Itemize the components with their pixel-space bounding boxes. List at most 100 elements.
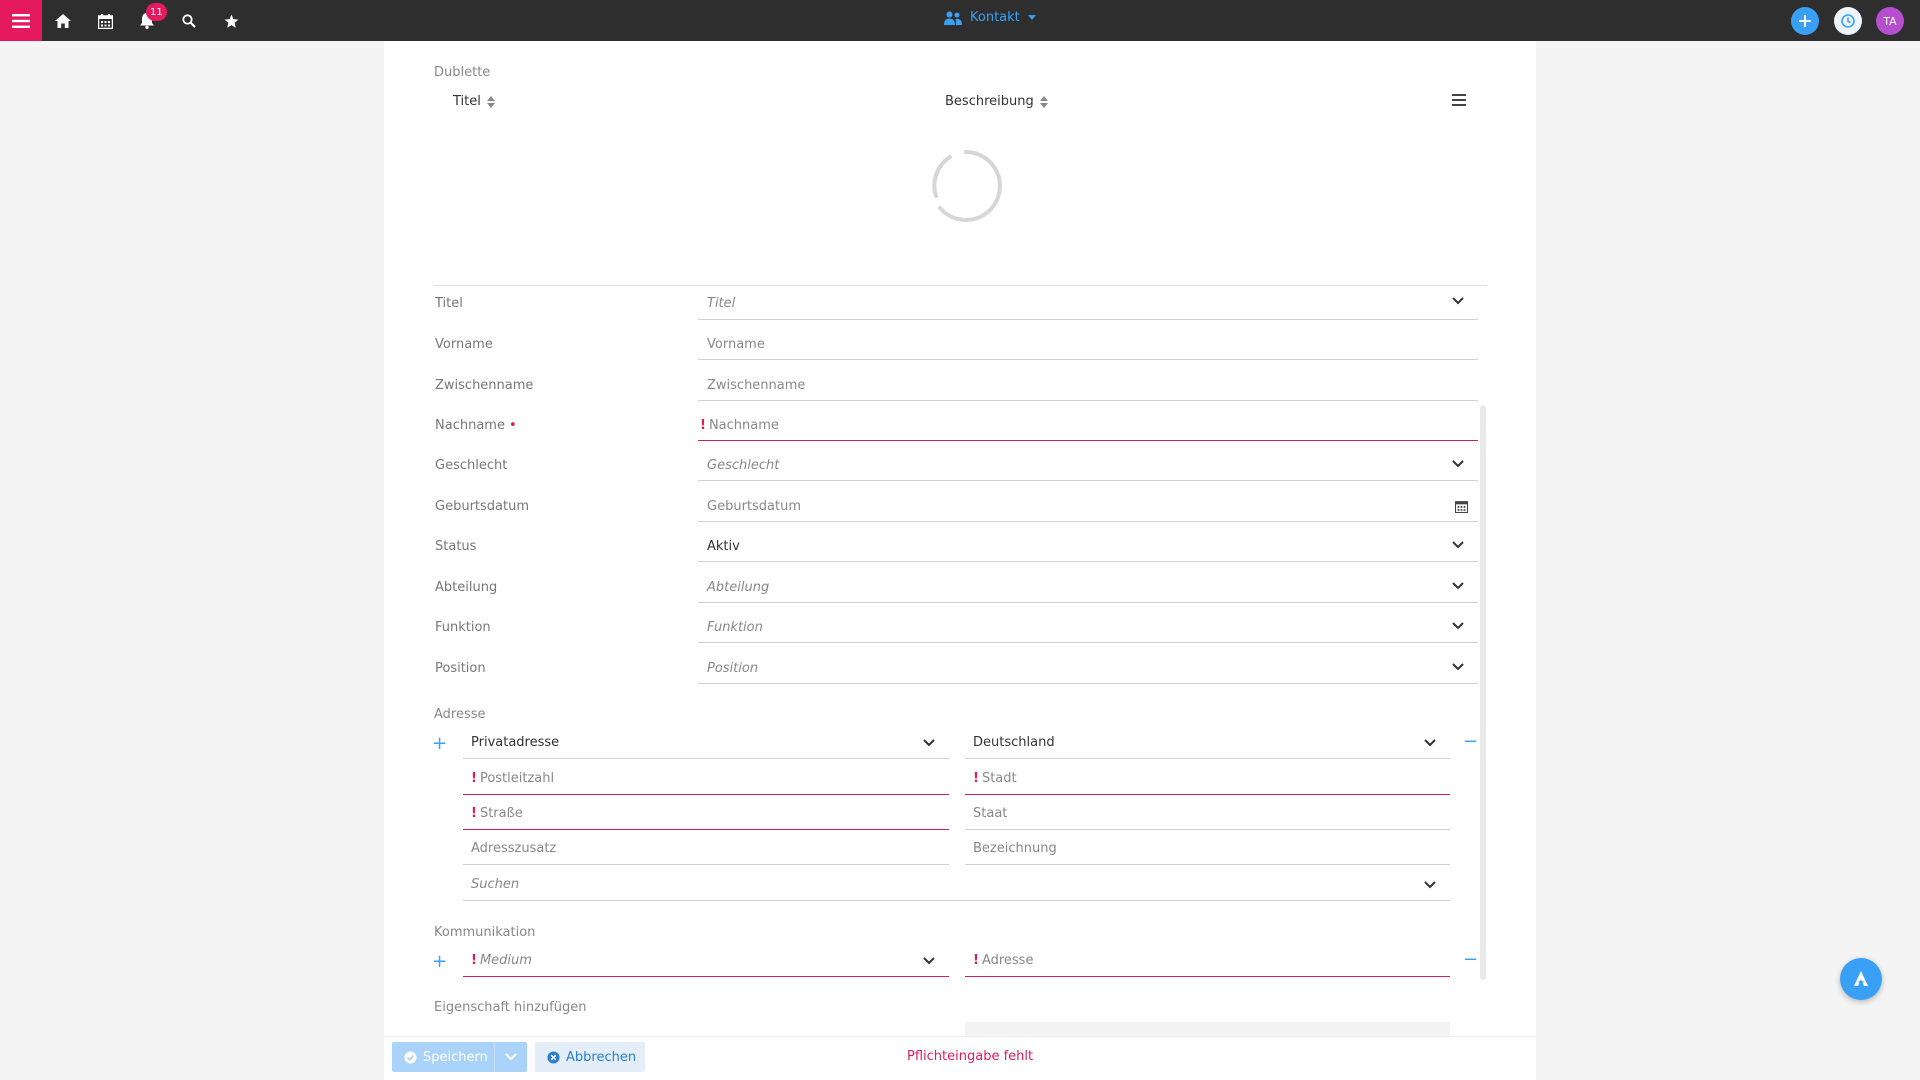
duplicates-section-label: Dublette [434, 65, 491, 80]
list-menu-icon [1452, 94, 1466, 106]
loading-spinner-icon [932, 150, 1002, 222]
add-address-button[interactable]: + [432, 733, 447, 754]
column-menu-button[interactable] [1452, 94, 1466, 106]
add-property-link[interactable]: Eigenschaft hinzufügen [434, 1000, 586, 1015]
address-type-select[interactable]: Privatadresse [463, 727, 949, 759]
function-label: Funktion [435, 620, 491, 635]
home-button[interactable] [53, 11, 73, 31]
title-placeholder: Titel [707, 296, 736, 311]
function-select[interactable]: Funktion [698, 613, 1478, 643]
chevron-down-icon [505, 1053, 517, 1061]
form-scrollbar[interactable] [1480, 405, 1486, 980]
city-placeholder: Stadt [981, 771, 1017, 786]
firstname-placeholder: Vorname [707, 337, 765, 352]
city-input[interactable]: ! Stadt [965, 763, 1450, 795]
middlename-input[interactable]: Zwischenname [698, 371, 1478, 401]
birthdate-placeholder: Geburtsdatum [707, 499, 801, 514]
lastname-input[interactable]: ! Nachname [698, 411, 1478, 441]
address-search-placeholder: Suchen [471, 877, 520, 892]
middlename-label: Zwischenname [435, 378, 534, 393]
street-placeholder: Straße [479, 806, 523, 821]
designation-input[interactable]: Bezeichnung [965, 833, 1450, 865]
position-label: Position [435, 661, 486, 676]
country-value: Deutschland [973, 735, 1055, 750]
chevron-down-icon [1452, 663, 1464, 671]
module-switcher[interactable]: Kontakt [944, 10, 1036, 25]
validation-error-message: Pflichteingabe fehlt [907, 1049, 1034, 1064]
chevron-down-icon [1452, 460, 1464, 468]
remove-address-button[interactable]: − [1463, 731, 1478, 752]
required-exclamation-icon: ! [471, 953, 477, 968]
birthdate-label: Geburtsdatum [435, 499, 529, 514]
country-select[interactable]: Deutschland [965, 727, 1450, 759]
save-button[interactable]: Speichern [392, 1050, 494, 1065]
history-clock-icon [1841, 14, 1855, 28]
add-button[interactable] [1791, 7, 1819, 35]
sort-icon [486, 95, 495, 108]
communication-address-input[interactable]: ! Adresse [965, 945, 1450, 977]
notification-badge: 11 [146, 3, 167, 21]
module-label: Kontakt [970, 10, 1020, 25]
lastname-placeholder: Nachname [708, 418, 779, 433]
contacts-icon [944, 11, 962, 25]
home-icon [55, 14, 71, 28]
search-icon [182, 14, 196, 28]
favorites-button[interactable] [221, 11, 241, 31]
postal-code-input[interactable]: ! Postleitzahl [463, 763, 949, 795]
add-communication-button[interactable]: + [432, 951, 447, 972]
section-divider [434, 285, 1487, 286]
status-value: Aktiv [707, 539, 740, 554]
assistant-button[interactable] [1840, 958, 1882, 1000]
duplicates-column-title[interactable]: Titel [453, 94, 495, 109]
caret-down-icon [1027, 15, 1036, 20]
property-placeholder-field [965, 1022, 1450, 1036]
postal-code-placeholder: Postleitzahl [479, 771, 555, 786]
address-search-select[interactable]: Suchen [463, 869, 1450, 901]
address-addition-input[interactable]: Adresszusatz [463, 833, 949, 865]
calendar-button[interactable] [95, 11, 115, 31]
status-label: Status [435, 539, 477, 554]
communication-section-label: Kommunikation [434, 925, 536, 940]
cancel-label: Abbrechen [566, 1049, 637, 1065]
avatar-initials: TA [1883, 14, 1897, 28]
chevron-down-icon [1424, 881, 1436, 889]
state-input[interactable]: Staat [965, 798, 1450, 830]
birthdate-input[interactable]: Geburtsdatum [698, 492, 1478, 522]
cancel-button[interactable]: Abbrechen [535, 1042, 645, 1072]
cancel-circle-icon [547, 1050, 560, 1064]
required-exclamation-icon: ! [973, 771, 979, 786]
department-select[interactable]: Abteilung [698, 573, 1478, 603]
menu-button[interactable] [0, 0, 42, 41]
address-section-label: Adresse [434, 707, 486, 722]
firstname-label: Vorname [435, 337, 493, 352]
check-circle-icon [404, 1050, 417, 1064]
remove-communication-button[interactable]: − [1463, 949, 1478, 970]
chevron-down-icon [923, 957, 935, 965]
chevron-down-icon [1452, 541, 1464, 549]
gender-placeholder: Geschlecht [707, 458, 780, 473]
department-label: Abteilung [435, 580, 498, 595]
required-marker: • [508, 418, 517, 433]
title-label: Titel [435, 296, 463, 311]
street-input[interactable]: ! Straße [463, 798, 949, 830]
position-select[interactable]: Position [698, 654, 1478, 684]
status-select[interactable]: Aktiv [698, 532, 1478, 562]
chevron-down-icon [1452, 297, 1464, 305]
lastname-label-text: Nachname [435, 418, 505, 433]
user-avatar[interactable]: TA [1876, 7, 1904, 35]
save-label: Speichern [423, 1049, 488, 1065]
required-exclamation-icon: ! [700, 418, 706, 433]
history-button[interactable] [1834, 7, 1862, 35]
column-description-label: Beschreibung [945, 94, 1034, 109]
duplicates-column-description[interactable]: Beschreibung [945, 94, 1048, 109]
gender-select[interactable]: Geschlecht [698, 451, 1478, 481]
calendar-icon[interactable] [1455, 500, 1468, 513]
firstname-input[interactable]: Vorname [698, 330, 1478, 360]
save-options-dropdown[interactable] [494, 1042, 527, 1072]
medium-select[interactable]: ! Medium [463, 945, 949, 977]
department-placeholder: Abteilung [707, 580, 770, 595]
communication-address-placeholder: Adresse [981, 953, 1034, 968]
plus-icon [1799, 15, 1811, 27]
search-button[interactable] [179, 11, 199, 31]
function-placeholder: Funktion [707, 620, 763, 635]
